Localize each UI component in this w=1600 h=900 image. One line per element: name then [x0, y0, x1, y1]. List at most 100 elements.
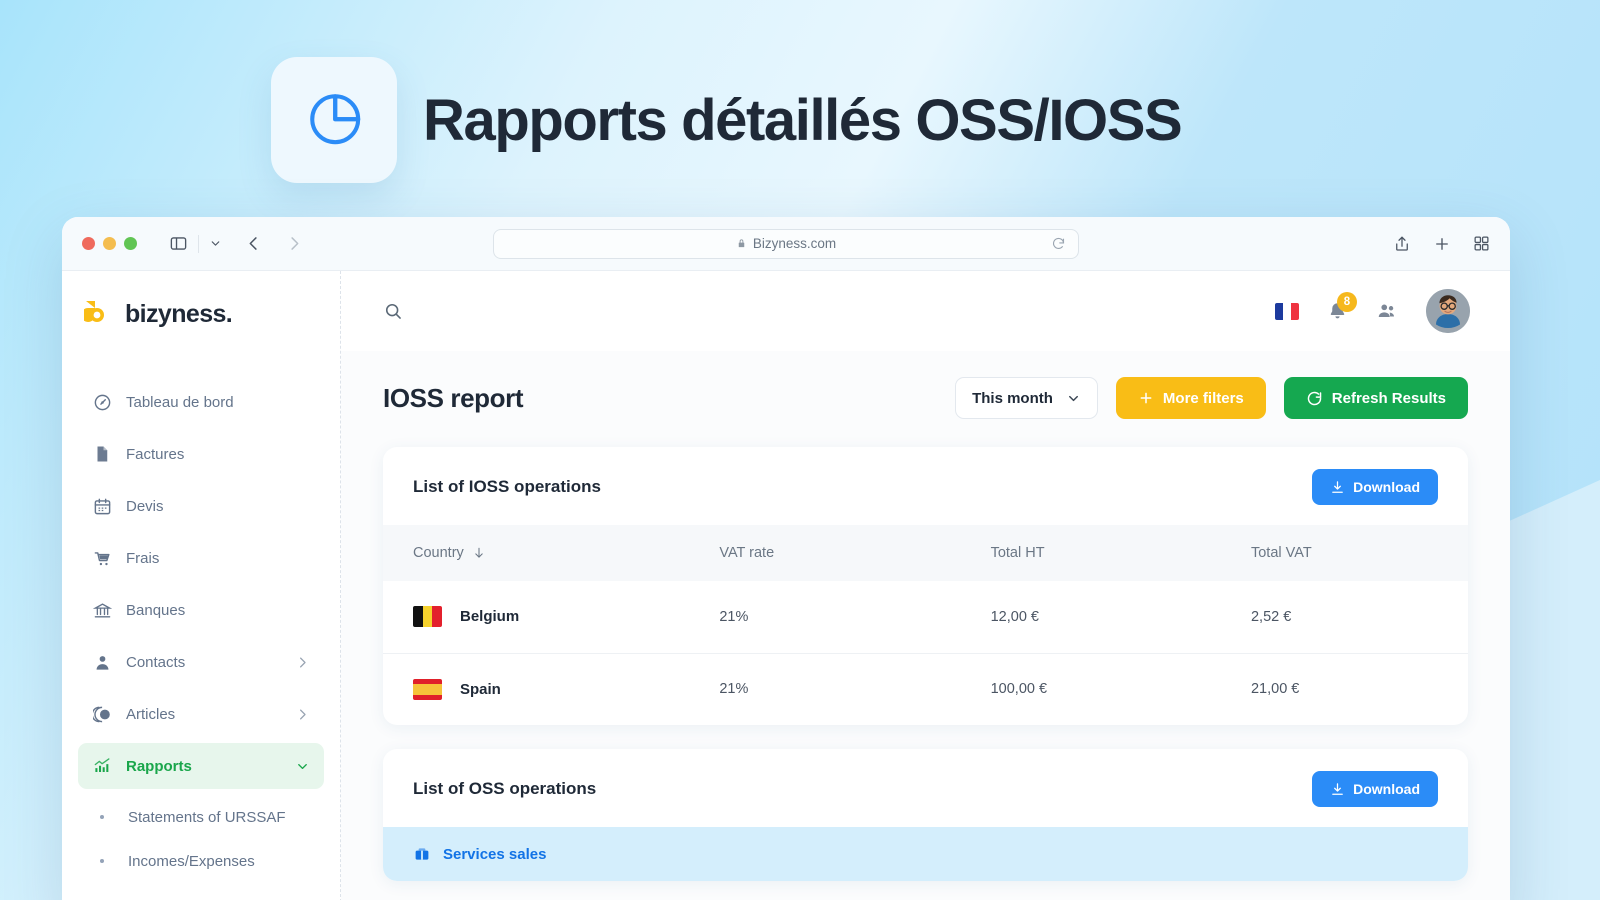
sidebar-item-label: Frais [126, 549, 160, 567]
new-tab-button[interactable] [1433, 235, 1451, 253]
topbar-actions: 8 [1275, 289, 1470, 333]
cell-total-vat: 21,00 € [1250, 681, 1300, 698]
oss-card-header: List of OSS operations Download [383, 749, 1468, 827]
sidebar-item-devis[interactable]: Devis [78, 483, 324, 529]
ioss-card-title: List of IOSS operations [413, 477, 601, 496]
sidebar-toggle-icon[interactable] [169, 234, 188, 253]
column-header-total-vat[interactable]: Total VAT [1250, 525, 1468, 581]
download-oss-button[interactable]: Download [1312, 771, 1438, 807]
ioss-operations-table: Country VAT rate Total HT Total VAT Belg… [383, 525, 1468, 725]
page-header: IOSS report This month More filters Refr… [383, 377, 1468, 419]
sidebar-subitem-incomes-expenses[interactable]: Incomes/Expenses [78, 839, 324, 883]
country-name: Spain [460, 680, 501, 698]
chrome-actions [1393, 235, 1490, 253]
main-area: 8 IOSS report This month More filters Re… [341, 271, 1510, 900]
cart-icon [92, 548, 112, 568]
flag-spain-icon [413, 678, 442, 700]
sidebar-item-label: Contacts [126, 653, 186, 671]
flag-france-icon[interactable] [1275, 302, 1299, 320]
bar-chart-icon [92, 756, 112, 776]
oss-operations-card: List of OSS operations Download Services… [383, 749, 1468, 881]
maximize-window-button[interactable] [124, 237, 137, 250]
window-controls[interactable] [82, 237, 137, 250]
reload-icon[interactable] [1051, 236, 1066, 251]
browser-window: Bizyness.com bizyness. Tableau de bord F… [62, 217, 1510, 900]
chevron-right-icon[interactable] [295, 707, 310, 722]
sidebar-item-factures[interactable]: Factures [78, 431, 324, 477]
sidebar-item-tableau-de-bord[interactable]: Tableau de bord [78, 379, 324, 425]
services-sales-banner[interactable]: Services sales [383, 827, 1468, 881]
calendar-icon [92, 496, 112, 516]
users-icon[interactable] [1376, 300, 1398, 322]
sidebar-item-label: Devis [126, 497, 164, 515]
oss-card-title: List of OSS operations [413, 779, 597, 798]
minimize-window-button[interactable] [103, 237, 116, 250]
table-row[interactable]: Spain 21% 100,00 € 21,00 € [383, 653, 1468, 725]
sidebar-item-banques[interactable]: Banques [78, 587, 324, 633]
column-label: Country [413, 545, 464, 561]
share-icon[interactable] [1393, 235, 1411, 253]
tab-overview-icon[interactable] [1473, 235, 1490, 252]
briefcase-icon [413, 845, 431, 863]
sidebar-item-rapports[interactable]: Rapports [78, 743, 324, 789]
sidebar-item-frais[interactable]: Frais [78, 535, 324, 581]
period-filter-select[interactable]: This month [955, 377, 1098, 419]
chevron-right-icon[interactable] [295, 655, 310, 670]
lock-icon [736, 238, 747, 249]
document-icon [92, 444, 112, 464]
sidebar-subitem-label: Incomes/Expenses [128, 852, 255, 870]
cell-vat-rate: 21% [719, 581, 991, 654]
gauge-icon [92, 392, 112, 412]
search-icon[interactable] [383, 301, 403, 321]
bullet-icon [92, 859, 112, 863]
close-window-button[interactable] [82, 237, 95, 250]
sidebar-item-articles[interactable]: Articles [78, 691, 324, 737]
ioss-operations-card: List of IOSS operations Download Country… [383, 447, 1468, 725]
refresh-results-button[interactable]: Refresh Results [1283, 377, 1468, 419]
chevron-down-icon[interactable] [209, 237, 222, 250]
notifications-button[interactable]: 8 [1327, 291, 1357, 322]
more-filters-button[interactable]: More filters [1115, 377, 1266, 419]
sidebar-item-label: Rapports [126, 757, 192, 775]
app-topbar: 8 [341, 271, 1510, 351]
table-body: Belgium 21% 12,00 € 2,52 € Spain 21% 100… [383, 581, 1468, 725]
ioss-card-header: List of IOSS operations Download [383, 447, 1468, 525]
download-ioss-button[interactable]: Download [1312, 469, 1438, 505]
table-header: Country VAT rate Total HT Total VAT [383, 525, 1468, 581]
services-sales-label: Services sales [443, 845, 547, 863]
user-avatar[interactable] [1426, 289, 1470, 333]
sidebar-item-label: Tableau de bord [126, 393, 234, 411]
back-button[interactable] [244, 234, 263, 253]
sidebar-subitem-statements-of-urssaf[interactable]: Statements of URSSAF [78, 795, 324, 839]
plus-icon [1138, 390, 1154, 406]
download-icon [1330, 782, 1345, 797]
sidebar-subitem-label: Statements of URSSAF [128, 808, 286, 826]
notifications-count-badge: 8 [1337, 291, 1357, 312]
sidebar-nav: Tableau de bord Factures Devis Frais Ban… [62, 379, 340, 883]
chevron-down-icon[interactable] [295, 759, 310, 774]
sidebar-item-label: Factures [126, 445, 185, 463]
sidebar: bizyness. Tableau de bord Factures Devis… [62, 271, 341, 900]
bizyness-logo-icon [81, 299, 114, 329]
page-content: IOSS report This month More filters Refr… [341, 351, 1510, 900]
column-header-country[interactable]: Country [383, 525, 720, 581]
address-bar[interactable]: Bizyness.com [493, 228, 1079, 259]
chrome-divider [198, 234, 199, 253]
more-filters-label: More filters [1162, 389, 1244, 407]
hero-icon-badge [271, 57, 397, 183]
arrow-down-icon [472, 546, 486, 560]
layers-icon [92, 704, 112, 724]
table-row[interactable]: Belgium 21% 12,00 € 2,52 € [383, 581, 1468, 654]
forward-button[interactable] [285, 234, 304, 253]
cell-total-ht: 100,00 € [990, 681, 1048, 698]
flag-belgium-icon [413, 606, 442, 628]
column-header-vat-rate[interactable]: VAT rate [719, 525, 991, 581]
hero-banner: Rapports détaillés OSS/IOSS [271, 57, 1183, 183]
user-icon [92, 652, 112, 672]
column-header-total-ht[interactable]: Total HT [990, 525, 1251, 581]
refresh-results-label: Refresh Results [1331, 389, 1446, 407]
sidebar-item-label: Banques [126, 601, 186, 619]
bank-icon [92, 600, 112, 620]
sidebar-item-contacts[interactable]: Contacts [78, 639, 324, 685]
brand-logo[interactable]: bizyness. [62, 271, 340, 329]
